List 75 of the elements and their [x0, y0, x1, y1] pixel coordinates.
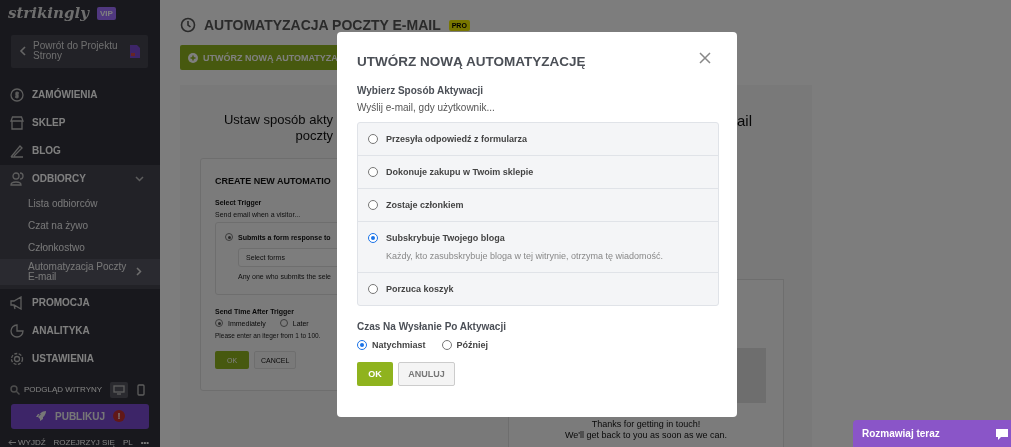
nav-item[interactable]: SKLEP [0, 108, 160, 137]
subnav-item[interactable]: Automatyzacja Poczty E-mail [0, 258, 160, 285]
trigger-option[interactable]: Przesyła odpowiedź z formularza [358, 123, 718, 155]
footer-link[interactable]: PL [122, 438, 133, 447]
trigger-option[interactable]: Subskrybuje Twojego bloga Każdy, kto zasubskrybuje bloga w tej witrynie, otrzyma tę wiadomość. [358, 221, 718, 272]
search-icon [10, 384, 20, 395]
option-label: Zostaje członkiem [386, 200, 464, 210]
plus-circle-icon [188, 52, 198, 63]
chat-button[interactable]: Rozmawiaj teraz [853, 420, 1011, 447]
pen-icon [10, 143, 24, 158]
preview-link[interactable]: PODGLĄD WITRYNY [24, 385, 106, 395]
document-icon [130, 44, 140, 58]
section-label: Czas Na Wysłanie Po Aktywacji [357, 321, 506, 332]
radio-button[interactable] [368, 167, 378, 177]
arrow-left-icon [8, 439, 16, 446]
subnav-item[interactable]: Członkostwo [0, 236, 160, 259]
section-label: Wybierz Sposób Aktywacji [357, 85, 484, 96]
clock-icon [180, 17, 196, 33]
nav-item[interactable]: USTAWIENIA [0, 344, 160, 373]
option-label: Dokonuje zakupu w Twoim sklepie [386, 167, 534, 177]
nav-item[interactable]: ANALITYKA [0, 316, 160, 345]
phone-icon [137, 383, 145, 396]
option-label: Subskrybuje Twojego bloga [386, 233, 505, 243]
chevron-right-icon [136, 267, 142, 277]
footer-link[interactable]: ••• [140, 438, 150, 447]
trigger-option[interactable]: Dokonuje zakupu w Twoim sklepie [358, 155, 718, 188]
desktop-button[interactable] [110, 381, 128, 398]
radio-button[interactable] [368, 200, 378, 210]
option-label: Natychmiast [372, 340, 426, 350]
chat-bubble-icon [995, 427, 1009, 440]
megaphone-icon [10, 295, 24, 310]
cancel-button[interactable]: ANULUJ [398, 362, 455, 386]
subnav-item[interactable]: Czat na żywo [0, 214, 160, 237]
pie-chart-icon [10, 323, 24, 338]
radio-button[interactable] [368, 284, 378, 294]
radio-button[interactable] [368, 134, 378, 144]
option-label: Porzuca koszyk [386, 284, 454, 294]
radio-button[interactable] [368, 233, 378, 243]
footer-link[interactable]: WYJDŹ [8, 438, 46, 447]
logo[interactable]: strikingly [8, 4, 89, 23]
rocket-icon [35, 410, 47, 423]
modal-title: UTWÓRZ NOWĄ AUTOMATYZACJĘ [357, 54, 586, 69]
radio-button[interactable] [357, 340, 367, 350]
chevron-down-icon [135, 175, 144, 182]
panel-heading: poczty [295, 128, 333, 144]
publish-button[interactable]: PUBLIKUJ ! [11, 403, 149, 429]
panel-heading: ail [737, 112, 752, 131]
plan-badge: VIP [96, 7, 116, 20]
preview-message: Thanks for getting in touch! [591, 419, 701, 430]
option-label: Później [456, 340, 489, 350]
preview-message: We'll get back to you as soon as we can. [564, 430, 728, 441]
people-icon [10, 171, 24, 186]
footer-link[interactable]: ROZEJRZYJ SIĘ [53, 438, 115, 447]
trigger-option[interactable]: Porzuca koszyk [358, 272, 718, 305]
trigger-option[interactable]: Zostaje członkiem [358, 188, 718, 221]
card-title: CREATE NEW AUTOMATIO [215, 176, 331, 186]
alert-badge: ! [113, 410, 125, 423]
radio-button[interactable] [441, 340, 452, 350]
nav-item[interactable]: BLOG [0, 136, 160, 165]
close-icon[interactable] [699, 52, 711, 64]
ok-button[interactable]: OK [357, 362, 393, 386]
dollar-icon [10, 87, 24, 102]
shop-icon [10, 115, 24, 130]
page-title: AUTOMATYZACJA POCZTY E-MAIL [204, 17, 441, 33]
monitor-icon [113, 384, 125, 395]
hint-text: Wyślij e-mail, gdy użytkownik... [357, 102, 495, 113]
option-label: Przesyła odpowiedź z formularza [386, 134, 528, 144]
nav-item[interactable]: ZAMÓWIENIA [0, 80, 160, 109]
back-button[interactable]: Powrót do Projektu Strony [11, 34, 148, 68]
nav-item[interactable]: ODBIORCY [0, 164, 160, 193]
subnav-item[interactable]: Lista odbiorców [0, 192, 160, 215]
chevron-left-icon [19, 46, 27, 57]
gear-icon [10, 351, 24, 366]
option-description: Każdy, kto zasubskrybuje bloga w tej witrynie, otrzyma tę wiadomość. [386, 251, 664, 261]
panel-heading: Ustaw sposób akty [223, 112, 333, 128]
